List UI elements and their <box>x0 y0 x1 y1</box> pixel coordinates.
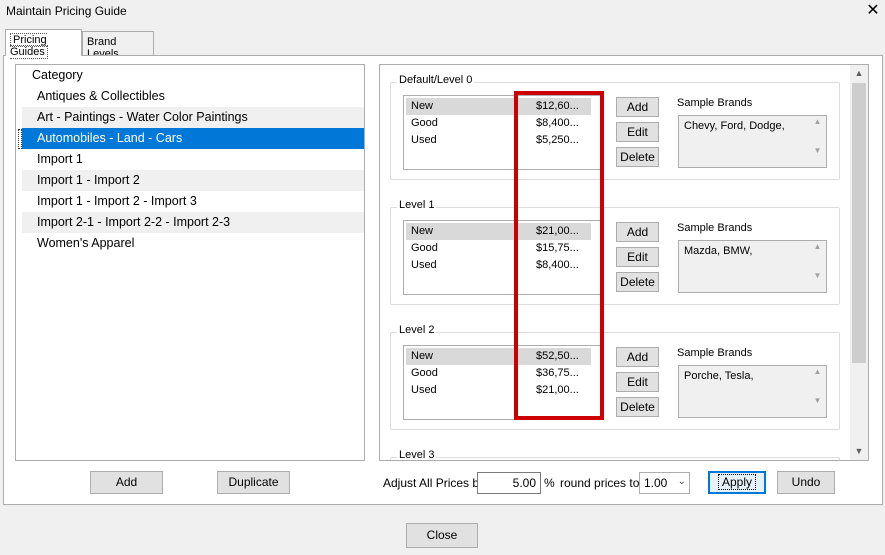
brands-scrollbar[interactable]: ▲ ▼ <box>810 367 825 416</box>
delete-price-button[interactable]: Delete <box>616 147 659 167</box>
round-prices-select[interactable]: 1.00 ⌄ <box>639 472 690 494</box>
add-price-button[interactable]: Add <box>616 97 659 117</box>
apply-button[interactable]: Apply <box>708 471 766 494</box>
add-price-button[interactable]: Add <box>616 347 659 367</box>
sample-brands-box[interactable]: Porche, Tesla, ▲ ▼ <box>678 365 827 418</box>
sample-brands-label: Sample Brands <box>677 222 753 234</box>
duplicate-button[interactable]: Duplicate <box>217 471 290 494</box>
delete-price-button[interactable]: Delete <box>616 397 659 417</box>
condition-text: New <box>411 100 434 112</box>
edit-price-button[interactable]: Edit <box>616 372 659 392</box>
category-item[interactable]: Women's Apparel <box>22 233 364 254</box>
price-column-highlight <box>514 91 604 420</box>
brands-scrollbar[interactable]: ▲ ▼ <box>810 242 825 291</box>
condition-text: Used <box>411 384 437 396</box>
category-list[interactable]: Category Antiques & Collectibles Art - P… <box>15 64 365 461</box>
level-label: Level 3 <box>397 449 437 461</box>
category-item[interactable]: Art - Paintings - Water Color Paintings <box>22 107 364 128</box>
category-item[interactable]: Import 1 - Import 2 - Import 3 <box>22 191 364 212</box>
brands-scrollbar[interactable]: ▲ ▼ <box>810 117 825 166</box>
sample-brands-text: Porche, Tesla, <box>684 370 754 382</box>
category-item[interactable]: Import 2-1 - Import 2-2 - Import 2-3 <box>22 212 364 233</box>
condition-text: Used <box>411 134 437 146</box>
condition-text: New <box>411 225 434 237</box>
scroll-down-icon[interactable]: ▼ <box>810 396 825 405</box>
sample-brands-box[interactable]: Mazda, BMW, ▲ ▼ <box>678 240 827 293</box>
sample-brands-label: Sample Brands <box>677 347 753 359</box>
scroll-down-icon[interactable]: ▼ <box>850 443 868 460</box>
sample-brands-box[interactable]: Chevy, Ford, Dodge, ▲ ▼ <box>678 115 827 168</box>
condition-text: Good <box>411 242 438 254</box>
condition-text: Good <box>411 367 438 379</box>
condition-text: Used <box>411 259 437 271</box>
pricing-levels-panel: Default/Level 0 New $12,60... Good $8,40… <box>379 64 869 461</box>
level-group: Default/Level 0 New $12,60... Good $8,40… <box>390 74 840 180</box>
focus-indicator <box>18 129 22 149</box>
category-item[interactable]: Import 1 - Import 2 <box>22 170 364 191</box>
sample-brands-text: Mazda, BMW, <box>684 245 753 257</box>
scroll-up-icon[interactable]: ▲ <box>810 242 825 251</box>
scrollbar-thumb[interactable] <box>852 83 866 363</box>
category-item[interactable]: Antiques & Collectibles <box>22 86 364 107</box>
add-price-button[interactable]: Add <box>616 222 659 242</box>
apply-label: Apply <box>717 474 757 490</box>
adjust-prices-label: Adjust All Prices by <box>383 476 486 490</box>
add-category-button[interactable]: Add <box>90 471 163 494</box>
round-prices-label: round prices to <box>560 476 640 490</box>
chevron-down-icon: ⌄ <box>677 476 686 487</box>
scroll-down-icon[interactable]: ▼ <box>810 271 825 280</box>
close-button[interactable]: Close <box>406 523 478 548</box>
adjust-percent-input[interactable]: 5.00 <box>477 472 541 494</box>
tab-brand-levels[interactable]: Brand Levels <box>82 31 154 60</box>
scroll-up-icon[interactable]: ▲ <box>810 117 825 126</box>
sample-brands-label: Sample Brands <box>677 97 753 109</box>
level-label: Level 2 <box>397 324 437 336</box>
edit-price-button[interactable]: Edit <box>616 122 659 142</box>
edit-price-button[interactable]: Edit <box>616 247 659 267</box>
tab-label: Pricing Guides <box>10 33 48 59</box>
close-window-icon[interactable]: ✕ <box>862 0 884 22</box>
percent-label: % <box>544 476 555 490</box>
delete-price-button[interactable]: Delete <box>616 272 659 292</box>
sample-brands-text: Chevy, Ford, Dodge, <box>684 120 785 132</box>
category-item-selected[interactable]: Automobiles - Land - Cars <box>22 128 364 149</box>
category-header: Category <box>32 68 83 82</box>
condition-text: Good <box>411 117 438 129</box>
scroll-up-icon[interactable]: ▲ <box>850 65 868 82</box>
level-label: Level 1 <box>397 199 437 211</box>
levels-scrollbar[interactable]: ▲ ▼ <box>850 65 868 460</box>
condition-text: New <box>411 350 434 362</box>
level-label: Default/Level 0 <box>397 74 475 86</box>
scroll-up-icon[interactable]: ▲ <box>810 367 825 376</box>
scroll-down-icon[interactable]: ▼ <box>810 146 825 155</box>
level-group: Level 2 New $52,50... Good $36,75... Use… <box>390 324 840 430</box>
round-value: 1.00 <box>644 476 668 490</box>
undo-button[interactable]: Undo <box>777 471 835 494</box>
level-group: Level 1 New $21,00... Good $15,75... Use… <box>390 199 840 305</box>
category-item[interactable]: Import 1 <box>22 149 364 170</box>
tab-pricing-guides[interactable]: Pricing Guides <box>5 29 82 59</box>
level-group: Level 3 <box>390 449 840 460</box>
window-title: Maintain Pricing Guide <box>6 4 127 18</box>
